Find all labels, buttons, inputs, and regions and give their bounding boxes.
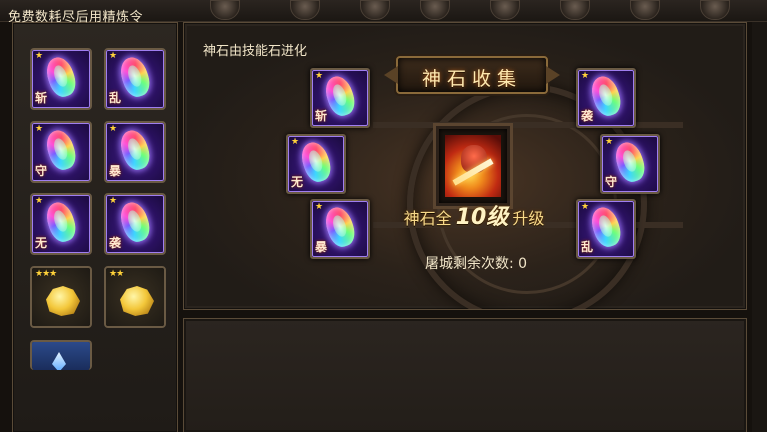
- remaining-count: 屠城剩余次数: 0: [424, 256, 528, 272]
- star-icon: ★: [605, 137, 614, 147]
- star-icon: ★: [315, 71, 324, 81]
- stone-glyph: 乱: [581, 240, 594, 254]
- inventory-slot-6[interactable]: ★ 袭: [104, 193, 166, 255]
- skill-stone-icon: ★ 乱: [106, 50, 164, 108]
- gem-icon: [116, 198, 154, 246]
- stone-collection-panel: 神石由技能石进化 神石收集 神石全 10级 升级 屠城剩余次数: 0 ★ 斩 ★ 无…: [183, 22, 747, 310]
- stone-slot-right-bottom[interactable]: ★ 乱: [576, 199, 636, 259]
- hero-portrait: [445, 135, 501, 197]
- star-rating: ★★★: [35, 269, 57, 279]
- skill-stone-icon: ★ 斩: [312, 70, 368, 126]
- crystal-shard-icon: [52, 352, 66, 370]
- gem-icon: [611, 138, 649, 186]
- gem-icon: [297, 138, 335, 186]
- top-menu-icon-4[interactable]: [420, 0, 450, 20]
- stone-glyph: 乱: [109, 91, 122, 105]
- inventory-slot-9[interactable]: [30, 340, 92, 370]
- blue-crystal-icon: [32, 342, 90, 370]
- inventory-slot-7[interactable]: ★★★: [30, 266, 92, 328]
- panel-title: 神石由技能石进化: [203, 44, 308, 59]
- right-edge: [752, 22, 767, 432]
- stone-slot-left-top[interactable]: ★ 斩: [310, 68, 370, 128]
- star-rating: ★★: [109, 269, 124, 279]
- detail-panel: [183, 318, 747, 432]
- skill-stone-icon: ★ 袭: [106, 195, 164, 253]
- skill-stone-icon: ★ 斩: [32, 50, 90, 108]
- skill-stone-icon: ★ 守: [32, 123, 90, 181]
- gold-ore-icon: ★★: [106, 268, 164, 326]
- star-icon: ★: [35, 196, 44, 206]
- top-menu-icon-2[interactable]: [290, 0, 320, 20]
- star-icon: ★: [109, 196, 118, 206]
- banner-title: 神石收集: [421, 68, 522, 90]
- skill-stone-icon: ★ 暴: [106, 123, 164, 181]
- stone-slot-left-mid[interactable]: ★ 无: [286, 134, 346, 194]
- stone-glyph: 袭: [109, 236, 122, 250]
- inventory-slot-4[interactable]: ★ 暴: [104, 121, 166, 183]
- stone-slot-left-bottom[interactable]: ★ 暴: [310, 199, 370, 259]
- upgrade-prefix: 神石全: [403, 209, 452, 228]
- hero-portrait-frame[interactable]: [436, 126, 510, 206]
- stone-slot-right-mid[interactable]: ★ 守: [600, 134, 660, 194]
- stone-glyph: 斩: [35, 91, 48, 105]
- star-icon: ★: [35, 51, 44, 61]
- star-icon: ★: [109, 124, 118, 134]
- stone-glyph: 无: [35, 236, 48, 250]
- skill-stone-icon: ★ 无: [288, 136, 344, 192]
- skill-stone-icon: ★ 袭: [578, 70, 634, 126]
- top-menu-icon-1[interactable]: [210, 0, 240, 20]
- decorative-bar-top: [373, 122, 683, 128]
- gem-icon: [42, 53, 80, 101]
- stone-glyph: 暴: [315, 240, 328, 254]
- gem-icon: [321, 72, 359, 120]
- collection-banner: 神石收集: [396, 56, 548, 94]
- star-icon: ★: [35, 124, 44, 134]
- inventory-slot-1[interactable]: ★ 斩: [30, 48, 92, 110]
- gem-icon: [116, 53, 154, 101]
- top-menu-icon-6[interactable]: [560, 0, 590, 20]
- stone-slot-right-top[interactable]: ★ 袭: [576, 68, 636, 128]
- gem-icon: [321, 203, 359, 251]
- star-icon: ★: [315, 202, 324, 212]
- star-icon: ★: [291, 137, 300, 147]
- inventory-slot-5[interactable]: ★ 无: [30, 193, 92, 255]
- gem-icon: [42, 198, 80, 246]
- gem-icon: [116, 126, 154, 174]
- skill-stone-icon: ★ 暴: [312, 201, 368, 257]
- upgrade-text: 神石全 10级 升级: [384, 199, 564, 231]
- star-icon: ★: [109, 51, 118, 61]
- upgrade-level: 10级: [455, 205, 509, 230]
- star-icon: ★: [581, 202, 590, 212]
- inventory-slot-3[interactable]: ★ 守: [30, 121, 92, 183]
- gem-icon: [42, 126, 80, 174]
- inventory-slot-8[interactable]: ★★: [104, 266, 166, 328]
- top-menu-icon-5[interactable]: [490, 0, 520, 20]
- gold-nugget-icon: [120, 286, 154, 316]
- gem-icon: [587, 72, 625, 120]
- stone-glyph: 守: [605, 175, 618, 189]
- stone-glyph: 斩: [315, 109, 328, 123]
- skill-stone-icon: ★ 乱: [578, 201, 634, 257]
- gem-icon: [587, 203, 625, 251]
- gold-ore-icon: ★★★: [32, 268, 90, 326]
- skill-stone-icon: ★ 守: [602, 136, 658, 192]
- skill-stone-icon: ★ 无: [32, 195, 90, 253]
- top-menu-icon-8[interactable]: [700, 0, 730, 20]
- star-icon: ★: [581, 71, 590, 81]
- top-menu-icon-7[interactable]: [630, 0, 660, 20]
- stone-glyph: 无: [291, 175, 304, 189]
- top-menu-icon-3[interactable]: [360, 0, 390, 20]
- upgrade-suffix: 升级: [512, 209, 545, 228]
- gold-nugget-icon: [46, 286, 80, 316]
- stone-glyph: 守: [35, 164, 48, 178]
- inventory-title: 免费数耗尽后用精炼令: [8, 10, 144, 25]
- inventory-slot-2[interactable]: ★ 乱: [104, 48, 166, 110]
- stone-glyph: 暴: [109, 164, 122, 178]
- stone-glyph: 袭: [581, 109, 594, 123]
